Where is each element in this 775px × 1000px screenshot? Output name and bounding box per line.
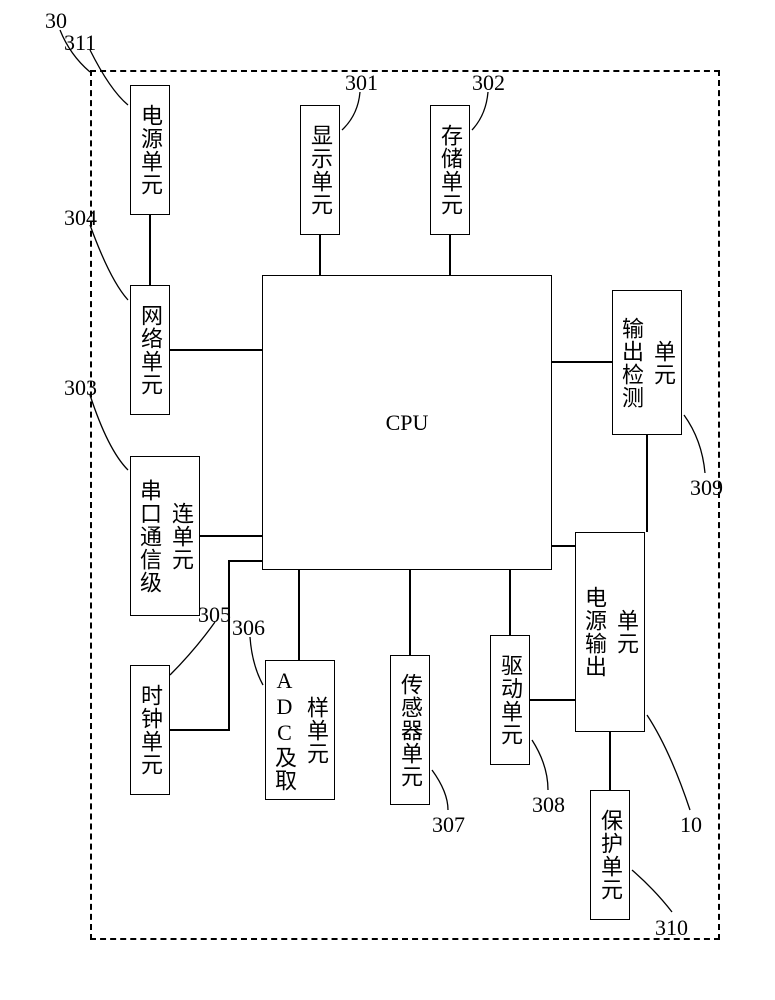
power-in-block: 电源单元 [130,85,170,215]
sensor-label: 传感器单元 [394,673,426,788]
conn [228,560,230,731]
network-block: 网络单元 [130,285,170,415]
conn [298,570,300,660]
ref-display: 301 [345,70,378,96]
conn [409,570,411,655]
output-detect-block: 输出检测 单元 [612,290,682,435]
protect-label: 保护单元 [594,809,626,901]
power-out-label-1: 电源输出 [578,586,610,678]
power-out-label-2: 单元 [610,609,642,655]
ref-adc: 306 [232,615,265,641]
ref-sensor: 307 [432,812,465,838]
display-label: 显示单元 [304,124,336,216]
drive-label: 驱动单元 [494,654,526,746]
conn [609,732,611,790]
ref-power-in: 311 [64,30,96,56]
storage-label: 存储单元 [434,124,466,216]
conn [200,535,262,537]
storage-block: 存储单元 [430,105,470,235]
power-out-block: 电源输出 单元 [575,532,645,732]
conn [170,729,230,731]
conn [449,235,451,275]
serial-block: 串口通信级 连单元 [130,456,200,616]
output-detect-label-1: 输出检测 [615,317,647,409]
sensor-block: 传感器单元 [390,655,430,805]
conn [552,545,575,547]
ref-network: 304 [64,205,97,231]
conn [319,235,321,275]
display-block: 显示单元 [300,105,340,235]
ref-drive: 308 [532,792,565,818]
ref-clock: 305 [198,602,231,628]
conn [149,215,151,285]
adc-label-2: 样单元 [300,696,332,765]
serial-label-1: 串口通信级 [133,479,165,594]
serial-label-2: 连单元 [165,502,197,571]
conn [530,699,575,701]
ref-protect: 310 [655,915,688,941]
ref-serial: 303 [64,375,97,401]
cpu-label: CPU [386,410,429,436]
protect-block: 保护单元 [590,790,630,920]
adc-block: ADC及取 样单元 [265,660,335,800]
drive-block: 驱动单元 [490,635,530,765]
conn [646,435,648,532]
output-detect-label-2: 单元 [647,340,679,386]
diagram-canvas: CPU 显示单元 存储单元 电源单元 网络单元 串口通信级 连单元 时钟单元 A… [0,0,775,1000]
ref-output-detect: 309 [690,475,723,501]
adc-label-1: ADC及取 [268,668,300,792]
conn [170,349,262,351]
power-in-label: 电源单元 [134,104,166,196]
clock-label: 时钟单元 [134,684,166,776]
clock-block: 时钟单元 [130,665,170,795]
network-label: 网络单元 [134,304,166,396]
conn [228,560,262,562]
conn [509,570,511,635]
ref-storage: 302 [472,70,505,96]
ref-power-out: 10 [680,812,702,838]
conn [552,361,612,363]
cpu-block: CPU [262,275,552,570]
